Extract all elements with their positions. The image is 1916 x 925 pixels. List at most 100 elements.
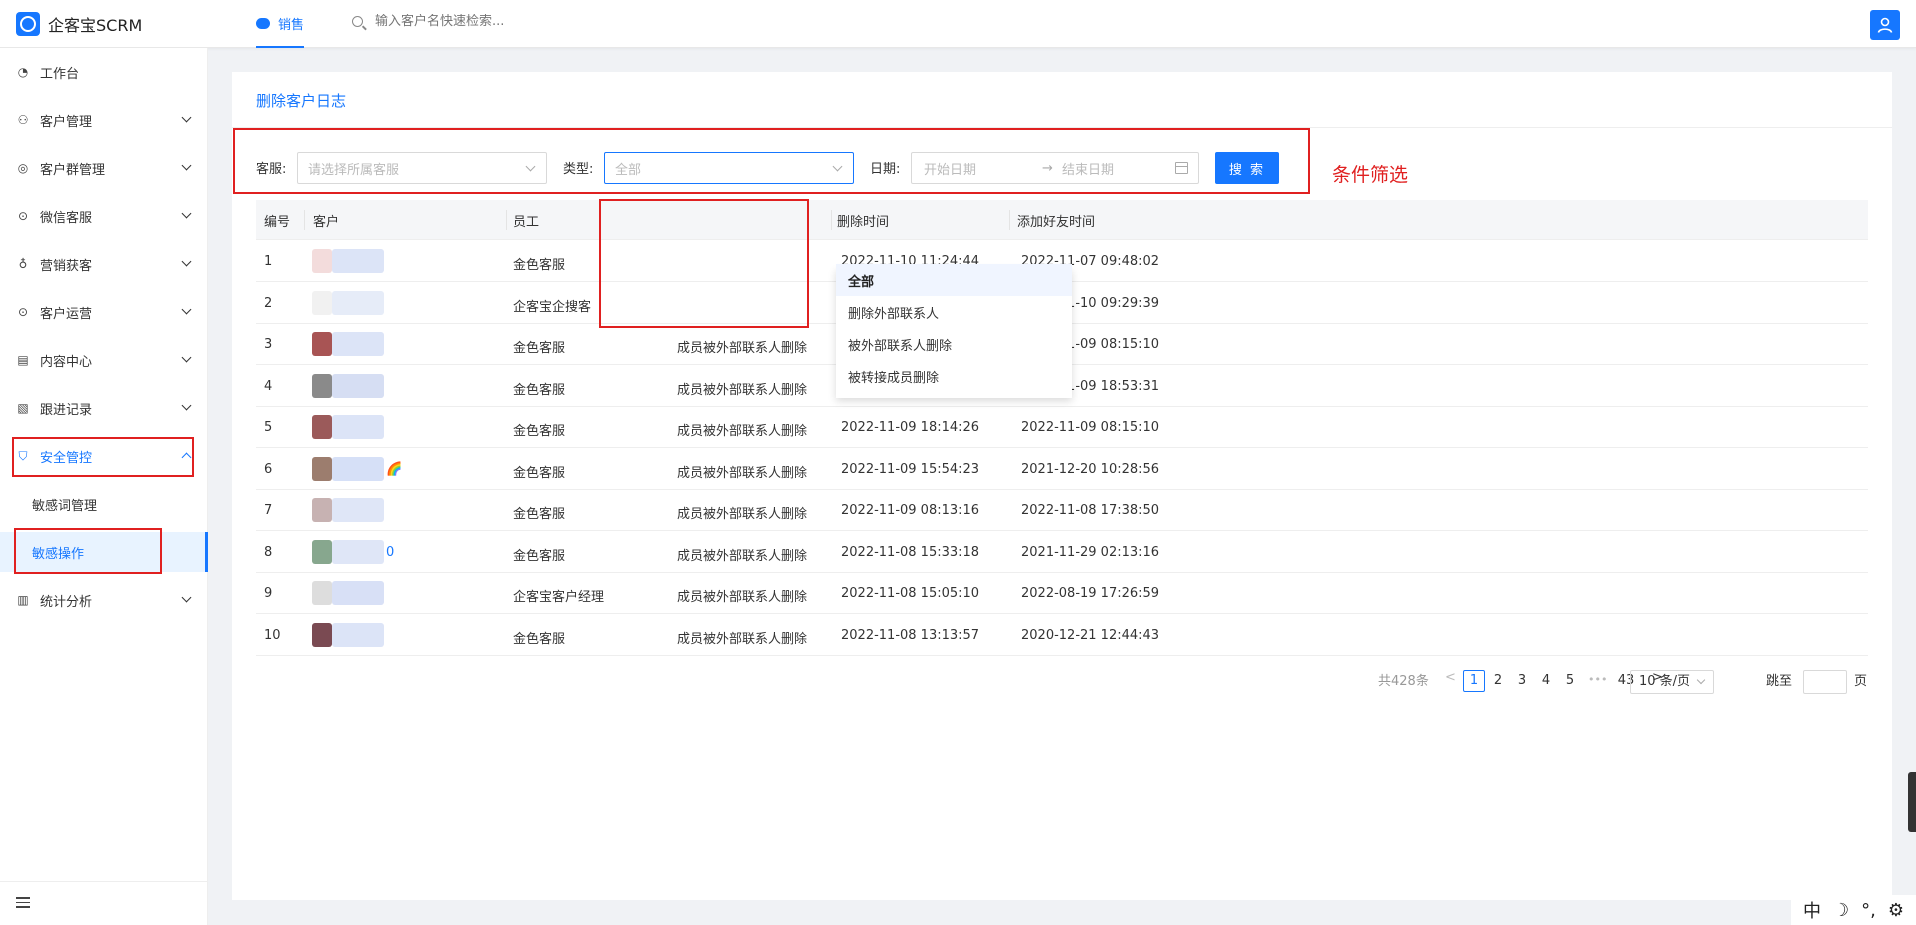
pagination-page-2[interactable]: 2 <box>1487 670 1509 692</box>
annotation-label: 条件筛选 <box>1332 164 1409 186</box>
customer-avatar <box>312 539 332 564</box>
column-divider <box>506 210 507 230</box>
main-card: 删除客户日志 客服: 请选择所属客服 类型: 全部 日期: 开始日期 → 结束日… <box>232 72 1892 900</box>
customer-avatar <box>312 622 332 647</box>
cell-deleted-time: 2022-11-08 15:33:18 <box>841 544 980 560</box>
jump-page-input[interactable] <box>1803 670 1847 694</box>
user-avatar-button[interactable] <box>1870 10 1900 40</box>
customer-name-redacted <box>332 415 384 439</box>
customer-avatar <box>312 373 332 398</box>
sidebar-item-marketing[interactable]: ♁ 营销获客 <box>0 244 208 284</box>
customer-avatar <box>312 332 332 356</box>
sidebar-item-statistics[interactable]: ▥ 统计分析 <box>0 580 208 620</box>
customer-avatar <box>312 581 332 605</box>
cell-staff: 企客宝客户经理 <box>513 590 605 605</box>
dropdown-option-all[interactable]: 全部 <box>836 264 1072 296</box>
ime-language-toggle[interactable]: 中 <box>1803 897 1821 923</box>
chat-icon: ⊙ <box>17 209 29 223</box>
jump-label: 跳至 <box>1766 674 1793 689</box>
cell-type: 成员被外部联系人删除 <box>677 631 808 647</box>
cell-deleted-time: 2022-11-08 13:13:57 <box>841 627 980 643</box>
cell-id: 2 <box>264 295 273 311</box>
page-size-select[interactable]: 10 条/页 <box>1630 670 1714 694</box>
sidebar-subitem-label: 敏感词管理 <box>32 498 98 514</box>
chevron-down-icon <box>181 160 192 171</box>
cell-id: 10 <box>264 627 281 643</box>
record-icon: ▧ <box>17 401 29 415</box>
customer-search[interactable] <box>352 14 615 29</box>
table-row: 5 金色客服 成员被外部联系人删除 2022-11-09 18:14:26 2022-1… <box>256 407 1868 448</box>
gear-icon[interactable]: ⚙ <box>1888 900 1904 921</box>
customer-avatar <box>312 498 332 522</box>
cell-staff: 金色客服 <box>513 465 566 481</box>
collapse-sidebar-icon[interactable] <box>16 897 30 909</box>
cell-staff: 金色客服 <box>513 382 566 398</box>
sidebar-item-operations[interactable]: ⊙ 客户运营 <box>0 292 208 332</box>
user-icon <box>1877 17 1893 33</box>
cell-type: 成员被外部联系人删除 <box>677 507 808 522</box>
dropdown-option-deleted-by-transfer[interactable]: 被转接成员删除 <box>836 360 1072 392</box>
moon-icon[interactable]: ☽ <box>1833 900 1849 921</box>
customer-name-suffix[interactable]: 🌈 <box>386 462 402 477</box>
customer-avatar <box>312 249 332 273</box>
users-icon: ⚇ <box>17 113 29 127</box>
sidebar-item-groups[interactable]: ◎ 客户群管理 <box>0 148 208 188</box>
chevron-down-icon <box>181 592 192 603</box>
cell-deleted-time: 2022-11-09 18:14:26 <box>841 420 980 435</box>
pagination-page-3[interactable]: 3 <box>1511 670 1533 692</box>
bulb-icon: ♁ <box>18 257 28 271</box>
pagination-page-1[interactable]: 1 <box>1463 670 1485 692</box>
cell-added-time: 2022-08-19 17:26:59 <box>1021 586 1160 601</box>
pagination-prev[interactable]: < <box>1445 670 1456 685</box>
dropdown-option-deleted-by-contact[interactable]: 被外部联系人删除 <box>836 328 1072 360</box>
sidebar-item-followup[interactable]: ▧ 跟进记录 <box>0 388 208 428</box>
side-widget-handle[interactable] <box>1908 772 1916 832</box>
top-header: 企客宝SCRM 销售 <box>0 0 1916 48</box>
annotation-box-sensitive-operations <box>14 528 162 574</box>
dropdown-option-delete-contact[interactable]: 删除外部联系人 <box>836 296 1072 328</box>
chevron-down-icon <box>1696 675 1706 685</box>
table-header: 编号 客户 员工 删除时间 添加好友时间 <box>256 200 1868 240</box>
sidebar-item-label: 营销获客 <box>40 258 93 274</box>
chevron-down-icon <box>181 304 192 315</box>
sidebar: ◔ 工作台 ⚇ 客户管理 ◎ 客户群管理 ⊙ 微信客服 ♁ 营销获客 ⊙ 客户运… <box>0 48 208 925</box>
sidebar-item-label: 客户管理 <box>40 114 93 130</box>
customer-name-redacted <box>332 249 384 273</box>
cell-id: 7 <box>264 503 273 518</box>
cell-id: 9 <box>264 586 273 601</box>
customer-avatar <box>312 290 332 315</box>
cell-id: 4 <box>264 378 273 394</box>
pagination-page-5[interactable]: 5 <box>1559 670 1581 692</box>
cell-added-time: 2022-11-08 17:38:50 <box>1021 503 1160 518</box>
sidebar-item-label: 客户群管理 <box>40 162 106 178</box>
sidebar-item-customers[interactable]: ⚇ 客户管理 <box>0 100 208 140</box>
page-suffix: 页 <box>1854 674 1868 689</box>
app-logo[interactable]: 企客宝SCRM <box>16 12 142 36</box>
customer-name-redacted <box>332 456 384 481</box>
tab-sales[interactable]: 销售 <box>256 0 305 48</box>
sidebar-footer <box>0 881 208 925</box>
cell-id: 3 <box>264 337 273 352</box>
cell-id: 1 <box>264 254 273 269</box>
sidebar-item-wechat-service[interactable]: ⊙ 微信客服 <box>0 196 208 236</box>
cell-staff: 金色客服 <box>513 424 566 439</box>
pagination-page-4[interactable]: 4 <box>1535 670 1557 692</box>
cell-type: 成员被外部联系人删除 <box>677 424 808 439</box>
column-header-customer: 客户 <box>313 215 340 230</box>
sidebar-subitem-sensitive-words[interactable]: 敏感词管理 <box>0 484 208 524</box>
punctuation-toggle[interactable]: °, <box>1861 900 1876 921</box>
customer-name-suffix[interactable]: 0 <box>386 545 394 560</box>
cell-type: 成员被外部联系人删除 <box>677 341 808 356</box>
cell-staff: 企客宝企搜客 <box>513 299 592 315</box>
sidebar-item-workbench[interactable]: ◔ 工作台 <box>0 52 208 92</box>
chevron-down-icon <box>181 400 192 411</box>
group-chat-icon: ◎ <box>17 161 29 175</box>
sidebar-item-content[interactable]: ▤ 内容中心 <box>0 340 208 380</box>
page-size-value: 10 条/页 <box>1639 674 1691 689</box>
cell-staff: 金色客服 <box>513 631 566 647</box>
column-header-staff: 员工 <box>513 215 540 230</box>
table-row: 7 金色客服 成员被外部联系人删除 2022-11-09 08:13:16 2022-1… <box>256 490 1868 531</box>
customer-search-input[interactable] <box>375 14 615 29</box>
pagination-ellipsis[interactable]: ••• <box>1588 673 1607 686</box>
cell-type: 成员被外部联系人删除 <box>677 382 808 398</box>
